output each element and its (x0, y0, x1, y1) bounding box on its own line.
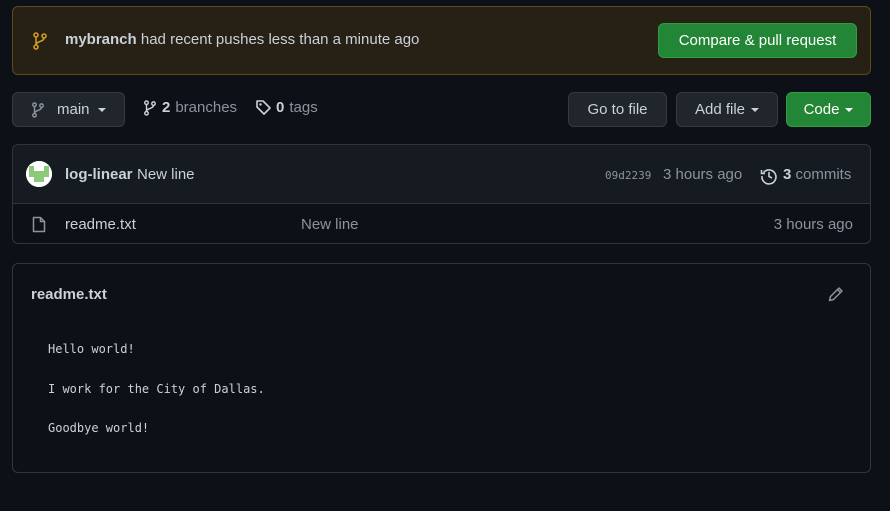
readme-title[interactable]: readme.txt (31, 286, 107, 303)
file-time: 3 hours ago (773, 216, 853, 233)
identicon-icon (26, 161, 52, 187)
tag-icon (256, 100, 271, 115)
code-label: Code (803, 101, 840, 118)
readme-line: Hello world! (48, 342, 135, 356)
tags-label: tags (289, 99, 318, 116)
chevron-down-icon (751, 107, 760, 112)
readme-line: I work for the City of Dallas. (48, 382, 265, 396)
tags-count: 0 (276, 99, 285, 116)
branch-select-button[interactable]: main (12, 92, 125, 127)
commits-link[interactable]: 3 commits (783, 166, 851, 183)
commit-sha-link[interactable]: 09d2239 (605, 169, 651, 182)
commit-author-link[interactable]: log-linear (65, 166, 133, 183)
branches-count: 2 (162, 99, 171, 116)
branch-select-label: main (57, 101, 90, 118)
commit-time: 3 hours ago (663, 166, 743, 183)
commits-count: 3 (783, 166, 792, 183)
git-branch-icon (32, 101, 44, 118)
code-button[interactable]: Code (786, 92, 871, 127)
branches-link[interactable]: 2 branches (143, 99, 237, 116)
add-file-label: Add file (694, 101, 746, 118)
go-to-file-label: Go to file (587, 101, 648, 118)
chevron-down-icon (845, 107, 854, 112)
banner-text: had recent pushes less than a minute ago (140, 31, 420, 48)
history-icon (760, 169, 777, 185)
table-row: readme.txt New line 3 hours ago (13, 204, 870, 244)
banner-branch-name[interactable]: mybranch (65, 31, 137, 48)
compare-pull-request-label: Compare & pull request (678, 32, 837, 49)
file-name-link[interactable]: readme.txt (65, 216, 136, 233)
add-file-button[interactable]: Add file (676, 92, 778, 127)
commits-label: commits (795, 166, 852, 183)
readme-panel: readme.txt Hello world! I work for the C… (12, 263, 871, 473)
commit-message-link[interactable]: New line (137, 166, 195, 183)
banner-message: mybranch had recent pushes less than a m… (65, 31, 419, 48)
file-list: log-linear New line 09d2239 3 hours ago … (12, 144, 871, 244)
compare-pull-request-button[interactable]: Compare & pull request (658, 23, 857, 58)
chevron-down-icon (97, 107, 106, 112)
branches-label: branches (175, 99, 238, 116)
go-to-file-button[interactable]: Go to file (568, 92, 667, 127)
file-icon (32, 216, 46, 233)
file-commit-message-link[interactable]: New line (301, 216, 359, 233)
readme-line: Goodbye world! (48, 421, 150, 435)
pencil-icon[interactable] (827, 285, 845, 303)
git-branch-icon (33, 32, 47, 50)
latest-commit-bar: log-linear New line 09d2239 3 hours ago … (13, 145, 870, 204)
git-branch-icon (144, 99, 156, 116)
tags-link[interactable]: 0 tags (255, 99, 318, 116)
avatar[interactable] (26, 161, 52, 187)
